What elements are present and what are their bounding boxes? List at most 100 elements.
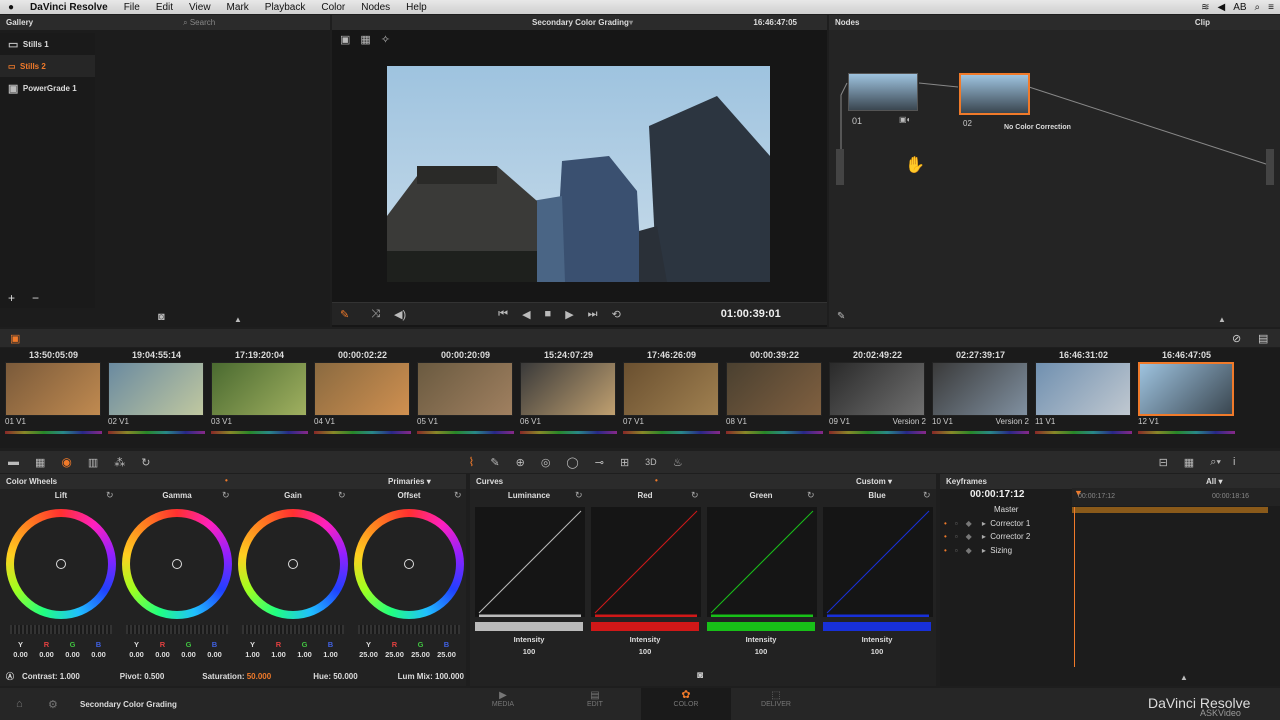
node-02[interactable] <box>959 73 1030 115</box>
tab-edit[interactable]: ▤ EDIT <box>565 690 625 708</box>
color-match-icon[interactable]: ▦ <box>35 456 45 469</box>
timeline-thumbnail-icon[interactable]: ▣ <box>10 332 20 345</box>
channel-value[interactable]: 0.00 <box>8 650 33 659</box>
viewer-image[interactable] <box>387 66 770 282</box>
menu-playback[interactable]: Playback <box>257 2 314 13</box>
intensity-slider[interactable] <box>591 622 699 631</box>
keyframe-track-row[interactable]: • ▫ ◆ ▸ Corrector 1 <box>940 517 1065 531</box>
wifi-icon[interactable]: ≋ <box>1201 2 1209 13</box>
clip-item[interactable]: 00:00:20:09 05 V1 <box>417 350 514 434</box>
clip-thumbnail[interactable] <box>1138 362 1234 416</box>
search-icon[interactable]: ⌕ <box>1255 2 1261 13</box>
highlight-tool-icon[interactable]: ✎ <box>340 308 349 321</box>
channel-value[interactable]: 0.00 <box>150 650 175 659</box>
window-icon[interactable]: ⊕ <box>516 456 525 469</box>
intensity-slider[interactable] <box>707 622 815 631</box>
play-reverse-icon[interactable]: ◀ <box>522 308 530 321</box>
curve-graph[interactable] <box>707 507 817 617</box>
tab-deliver[interactable]: ⬚ DELIVER <box>746 690 806 708</box>
channel-value[interactable]: 25.00 <box>356 650 381 659</box>
menu-color[interactable]: Color <box>313 2 353 13</box>
viewer-title[interactable]: Secondary Color Grading <box>532 18 629 27</box>
curve-reset-icon[interactable]: ↻ <box>575 490 583 501</box>
qualifier-icon[interactable]: ✎ <box>490 456 499 469</box>
keyframe-track-row[interactable]: Master <box>940 503 1065 517</box>
keyframe-track-row[interactable]: • ▫ ◆ ▸ Sizing <box>940 544 1065 558</box>
curve-graph[interactable] <box>823 507 933 617</box>
motion-effects-icon[interactable]: ⁂ <box>114 456 125 469</box>
clip-thumbnail[interactable] <box>829 362 925 416</box>
keyframe-ruler[interactable]: ▼ 00:00:17:12 00:00:18:16 <box>1072 488 1280 506</box>
settings-icon[interactable]: ⚙ <box>48 698 58 711</box>
curve-graph[interactable] <box>475 507 585 617</box>
lock-icon[interactable]: ▫ <box>955 519 958 528</box>
color-wheel[interactable] <box>6 509 116 619</box>
wheel-puck[interactable] <box>404 559 414 569</box>
channel-value[interactable]: 25.00 <box>408 650 433 659</box>
stop-icon[interactable]: ■ <box>545 308 552 320</box>
menu-view[interactable]: View <box>181 2 219 13</box>
sizing-icon[interactable]: ⊞ <box>620 456 629 469</box>
gallery-view-icon[interactable]: ◙ <box>158 311 165 323</box>
wheel-puck[interactable] <box>288 559 298 569</box>
channel-value[interactable]: 25.00 <box>382 650 407 659</box>
menu-help[interactable]: Help <box>398 2 435 13</box>
clip-item[interactable]: 17:19:20:04 03 V1 <box>211 350 308 434</box>
blur-icon[interactable]: ◯ <box>566 456 578 469</box>
curve-line[interactable] <box>826 510 930 614</box>
pivot-value[interactable]: Pivot: 0.500 <box>120 672 164 681</box>
curve-reset-icon[interactable]: ↻ <box>691 490 699 501</box>
clip-item[interactable]: 02:27:39:17 10 V1 Version 2 <box>932 350 1029 434</box>
volume-icon[interactable]: ◀ <box>1218 2 1226 13</box>
flag-icon[interactable]: ⊟ <box>1159 456 1168 469</box>
channel-value[interactable]: 0.00 <box>124 650 149 659</box>
album-powergrade-1[interactable]: ▣ PowerGrade 1 <box>0 77 95 99</box>
wheel-reset-icon[interactable]: ↻ <box>106 490 114 501</box>
menu-file[interactable]: File <box>116 2 148 13</box>
channel-value[interactable]: 1.00 <box>318 650 343 659</box>
single-view-icon[interactable]: ▣ <box>340 33 350 46</box>
clip-item[interactable]: 13:50:05:09 01 V1 <box>5 350 102 434</box>
eyedropper-icon[interactable]: ✎ <box>837 311 845 322</box>
expand-icon[interactable]: ▸ <box>982 532 986 541</box>
app-menu[interactable]: DaVinci Resolve <box>22 2 116 13</box>
wheel-reset-icon[interactable]: ↻ <box>222 490 230 501</box>
reset-icon[interactable]: Ⓐ <box>6 671 14 682</box>
master-wheel-slider[interactable] <box>358 625 460 634</box>
output-handle[interactable] <box>1266 149 1274 185</box>
channel-value[interactable]: 1.00 <box>240 650 265 659</box>
channel-value[interactable]: 0.00 <box>176 650 201 659</box>
lut-icon[interactable]: ⊘ <box>1232 332 1241 345</box>
clip-item[interactable]: 15:24:07:29 06 V1 <box>520 350 617 434</box>
wheel-reset-icon[interactable]: ↻ <box>454 490 462 501</box>
keyframe-icon[interactable]: ◆ <box>966 546 972 555</box>
channel-value[interactable]: 1.00 <box>292 650 317 659</box>
wheel-puck[interactable] <box>172 559 182 569</box>
refresh-icon[interactable]: ↻ <box>141 456 150 469</box>
gallery-zoom-slider[interactable]: ▲ <box>234 315 242 324</box>
user-initials[interactable]: AB <box>1233 2 1246 13</box>
menu-nodes[interactable]: Nodes <box>353 2 398 13</box>
channel-value[interactable]: 1.00 <box>266 650 291 659</box>
drop-icon[interactable]: ♨ <box>673 456 683 469</box>
wheel-puck[interactable] <box>56 559 66 569</box>
channel-value[interactable]: 0.00 <box>202 650 227 659</box>
grid-icon[interactable]: ▦ <box>1184 456 1194 469</box>
master-wheel-slider[interactable] <box>10 625 112 634</box>
tracker-icon[interactable]: ◎ <box>541 456 551 469</box>
clip-thumbnail[interactable] <box>314 362 410 416</box>
go-to-end-icon[interactable]: ⏭ <box>588 308 598 321</box>
add-album-button[interactable]: + <box>8 291 15 305</box>
zoom-icon[interactable]: ⌕▾ <box>1210 456 1221 469</box>
contrast-value[interactable]: Contrast: 1.000 <box>22 672 80 681</box>
curve-reset-icon[interactable]: ↻ <box>807 490 815 501</box>
keyframes-filter[interactable]: All ▾ <box>1206 477 1222 486</box>
color-wheel[interactable] <box>122 509 232 619</box>
play-icon[interactable]: ▶ <box>565 308 573 321</box>
curve-graph[interactable] <box>591 507 701 617</box>
curve-reset-icon[interactable]: ↻ <box>923 490 931 501</box>
clip-item[interactable]: 16:46:31:02 11 V1 <box>1035 350 1132 434</box>
info-icon[interactable]: i <box>1233 456 1235 468</box>
apple-icon[interactable]: ● <box>0 2 22 13</box>
channel-value[interactable]: 0.00 <box>86 650 111 659</box>
